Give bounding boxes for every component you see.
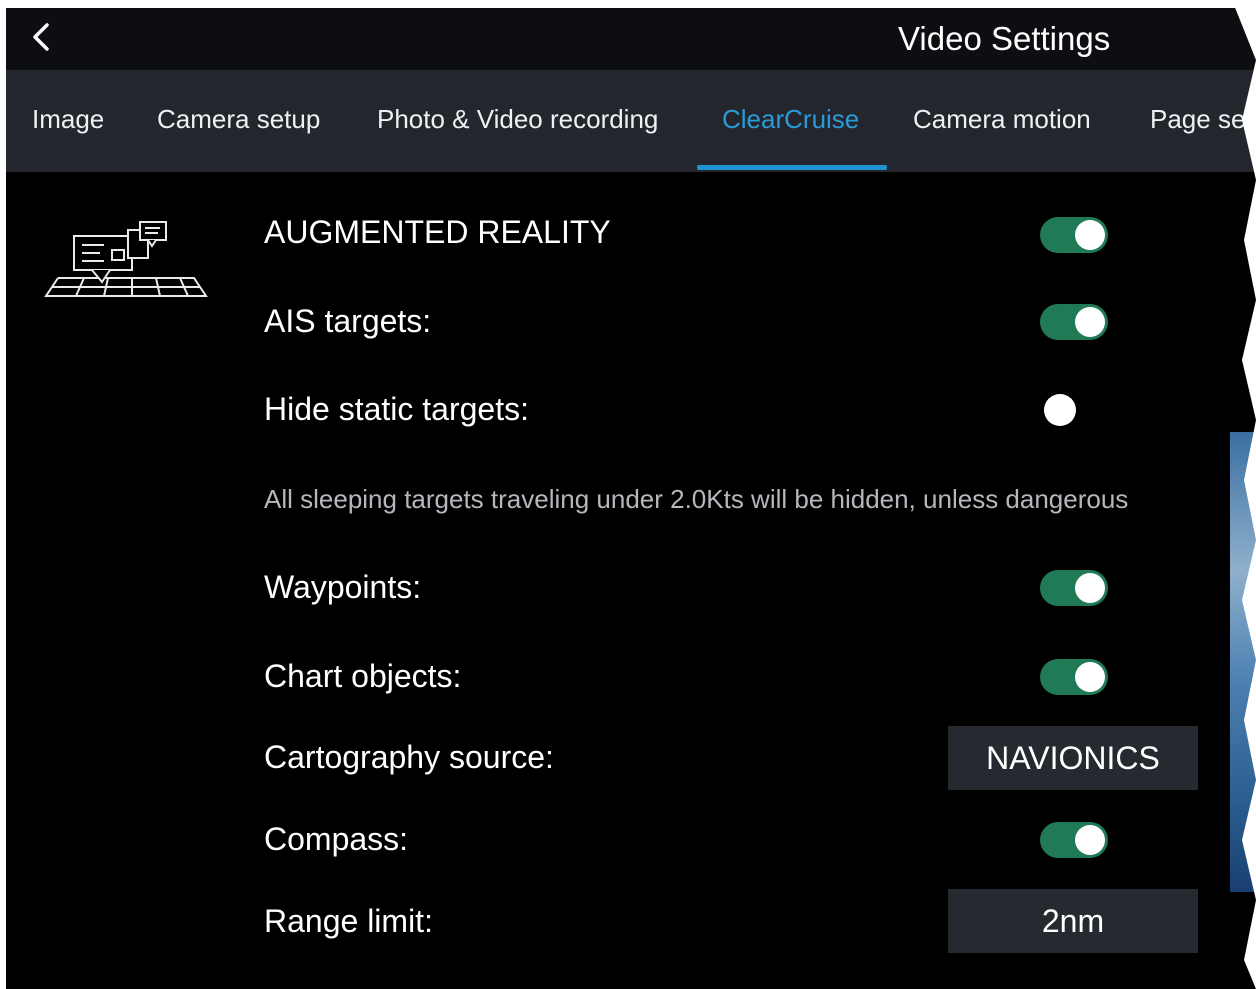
tab-photo-video-recording[interactable]: Photo & Video recording (377, 104, 658, 135)
tab-camera-motion[interactable]: Camera motion (913, 104, 1091, 135)
waypoints-toggle[interactable] (1040, 570, 1108, 606)
back-button[interactable] (24, 22, 58, 56)
page-title: Video Settings (898, 20, 1111, 57)
tab-camera-setup[interactable]: Camera setup (157, 104, 320, 135)
header-bar: Video Settings (6, 8, 1256, 70)
range-limit-select[interactable]: 2nm (948, 889, 1198, 953)
waypoints-label: Waypoints: (264, 569, 422, 605)
compass-toggle[interactable] (1040, 822, 1108, 858)
chart-objects-label: Chart objects: (264, 658, 462, 694)
video-settings-screen: Video Settings Image Camera setup Photo … (6, 8, 1256, 989)
hide-static-targets-toggle[interactable] (1040, 392, 1108, 428)
augmented-reality-label: AUGMENTED REALITY (264, 214, 611, 250)
ais-targets-label: AIS targets: (264, 303, 432, 339)
active-tab-indicator (697, 165, 887, 170)
hide-static-targets-hint: All sleeping targets traveling under 2.0… (264, 484, 1129, 514)
torn-edge (1232, 0, 1256, 989)
tab-image[interactable]: Image (32, 104, 104, 135)
cartography-source-select[interactable]: NAVIONICS (948, 726, 1198, 790)
tab-bar: Image Camera setup Photo & Video recordi… (6, 70, 1256, 172)
ais-targets-toggle[interactable] (1040, 304, 1108, 340)
tab-clearcruise[interactable]: ClearCruise (722, 104, 859, 135)
compass-label: Compass: (264, 821, 409, 857)
cartography-source-label: Cartography source: (264, 739, 554, 775)
chevron-left-icon (31, 22, 51, 57)
hide-static-targets-label: Hide static targets: (264, 391, 529, 427)
range-limit-label: Range limit: (264, 903, 433, 939)
augmented-reality-icon (44, 218, 208, 300)
chart-objects-toggle[interactable] (1040, 659, 1108, 695)
augmented-reality-toggle[interactable] (1040, 217, 1108, 253)
